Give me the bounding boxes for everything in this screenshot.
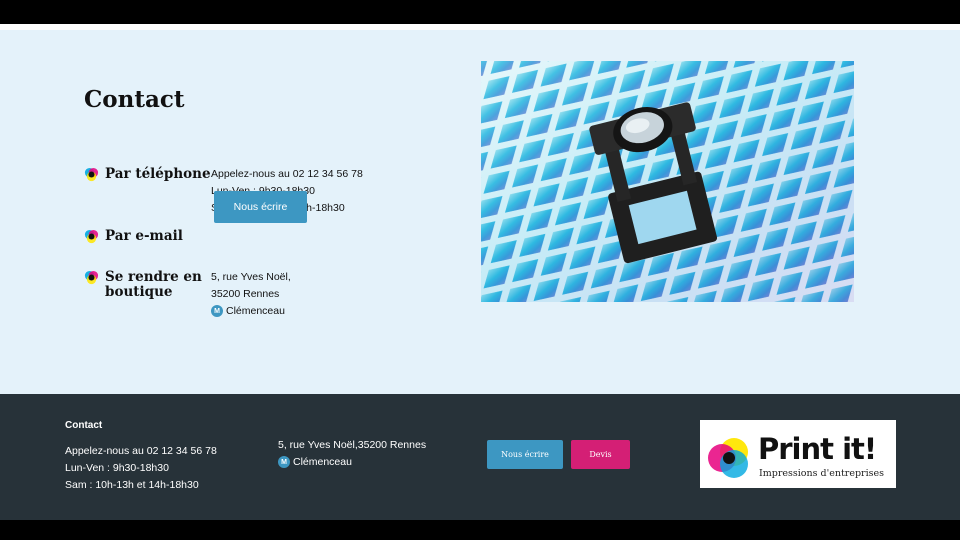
- top-black-bar: [0, 0, 960, 24]
- metro-station: Clémenceau: [226, 305, 285, 317]
- shop-address-city: 35200 Rennes: [211, 288, 280, 300]
- print-it-logo[interactable]: Print it! Impressions d'entreprises: [700, 420, 896, 488]
- email-label: Par e-mail: [105, 228, 183, 244]
- footer-write-us-button[interactable]: Nous écrire: [487, 440, 563, 469]
- cmyk-dot-icon: [84, 167, 99, 182]
- cmyk-dot-icon: [84, 270, 99, 285]
- metro-icon: M: [211, 305, 223, 318]
- logo-tagline: Impressions d'entreprises: [759, 468, 884, 479]
- loupe-illustration: [481, 61, 854, 302]
- footer-phone: Appelez-nous au 02 12 34 56 78: [65, 445, 217, 457]
- shop-label-line1: Se rendre en: [105, 269, 202, 285]
- write-us-button[interactable]: Nous écrire: [214, 191, 307, 223]
- page-title: Contact: [84, 86, 185, 113]
- logo-wordmark: Print it!: [758, 432, 877, 466]
- footer-hours-weekday: Lun-Ven : 9h30-18h30: [65, 462, 169, 474]
- bottom-black-bar: [0, 520, 960, 540]
- cmyk-logo-icon: [708, 438, 748, 478]
- phone-label: Par téléphone: [105, 166, 211, 182]
- cmyk-dot-icon: [84, 229, 99, 244]
- footer-hours-saturday: Sam : 10h-13h et 14h-18h30: [65, 479, 199, 491]
- footer: Contact Appelez-nous au 02 12 34 56 78 L…: [0, 394, 960, 520]
- shop-address-street: 5, rue Yves Noël,: [211, 271, 291, 283]
- footer-metro-station: Clémenceau: [293, 456, 352, 468]
- shop-label-line2: boutique: [105, 284, 173, 300]
- footer-address: 5, rue Yves Noël,35200 Rennes: [278, 439, 427, 451]
- footer-quote-button[interactable]: Devis: [571, 440, 630, 469]
- footer-title: Contact: [65, 420, 103, 431]
- footer-metro: M Clémenceau: [278, 454, 352, 471]
- metro-icon: M: [278, 456, 290, 469]
- phone-number: Appelez-nous au 02 12 34 56 78: [211, 168, 363, 180]
- shop-metro: M Clémenceau: [211, 303, 285, 320]
